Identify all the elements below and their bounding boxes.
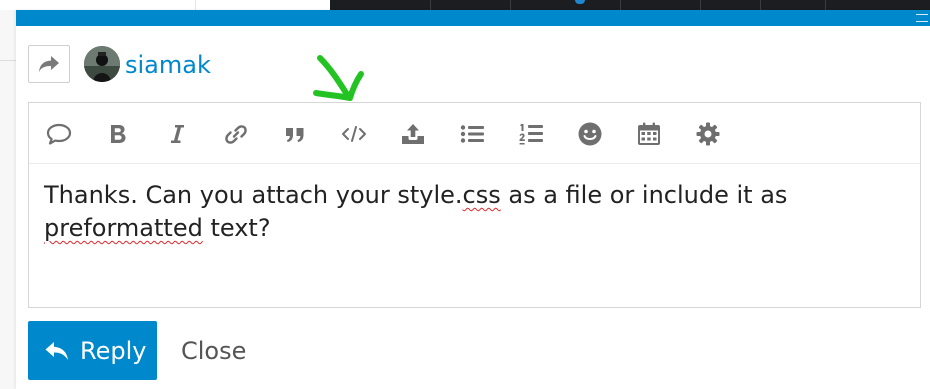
options-button[interactable] (692, 118, 724, 150)
gear-icon (696, 122, 720, 146)
link-icon (225, 125, 247, 144)
close-button[interactable]: Close (181, 337, 246, 365)
code-button[interactable] (338, 118, 370, 150)
quote-icon (46, 123, 72, 145)
reply-button[interactable]: Reply (28, 321, 157, 380)
background-header-left (0, 0, 196, 10)
numbered-list-icon (519, 124, 543, 145)
bold-button[interactable] (102, 118, 134, 150)
upload-button[interactable] (397, 118, 429, 150)
username-link[interactable]: siamak (125, 51, 211, 79)
avatar-image (84, 46, 120, 82)
body-text-2: as a file or include it as (500, 181, 788, 209)
misspelled-word: css (462, 181, 501, 209)
numbered-list-button[interactable] (515, 118, 547, 150)
reply-textarea[interactable]: Thanks. Can you attach your style.css as… (44, 179, 904, 245)
emoji-button[interactable] (574, 118, 606, 150)
bold-icon (111, 125, 126, 143)
quote-button[interactable] (43, 118, 75, 150)
editor: Thanks. Can you attach your style.css as… (28, 102, 921, 308)
body-text-3: text? (202, 214, 271, 242)
background-divider (0, 60, 16, 61)
reply-composer: siamak Thanks. Can you attach your style… (16, 10, 930, 389)
italic-icon (171, 125, 184, 143)
reply-icon (45, 341, 68, 360)
background-header-middle (196, 0, 330, 10)
blockquote-button[interactable] (279, 118, 311, 150)
bullet-list-icon (460, 125, 484, 143)
editor-toolbar (29, 103, 920, 164)
bullet-list-button[interactable] (456, 118, 488, 150)
body-text-1: Thanks. Can you attach your style. (44, 181, 463, 209)
code-icon (342, 126, 366, 142)
reply-button-label: Reply (80, 336, 147, 365)
blockquote-icon (286, 128, 304, 142)
italic-button[interactable] (161, 118, 193, 150)
background-header-dark (330, 0, 930, 10)
link-button[interactable] (220, 118, 252, 150)
share-arrow-icon (39, 56, 59, 72)
emoji-icon (578, 122, 602, 146)
calendar-icon (638, 122, 660, 145)
avatar[interactable] (84, 46, 120, 82)
calendar-button[interactable] (633, 118, 665, 150)
misspelled-word: preformatted (44, 214, 203, 242)
upload-icon (402, 124, 424, 144)
composer-resize-grippie[interactable] (16, 10, 930, 26)
grippie-handle-icon[interactable] (916, 14, 928, 22)
reply-action-button[interactable] (28, 45, 70, 83)
